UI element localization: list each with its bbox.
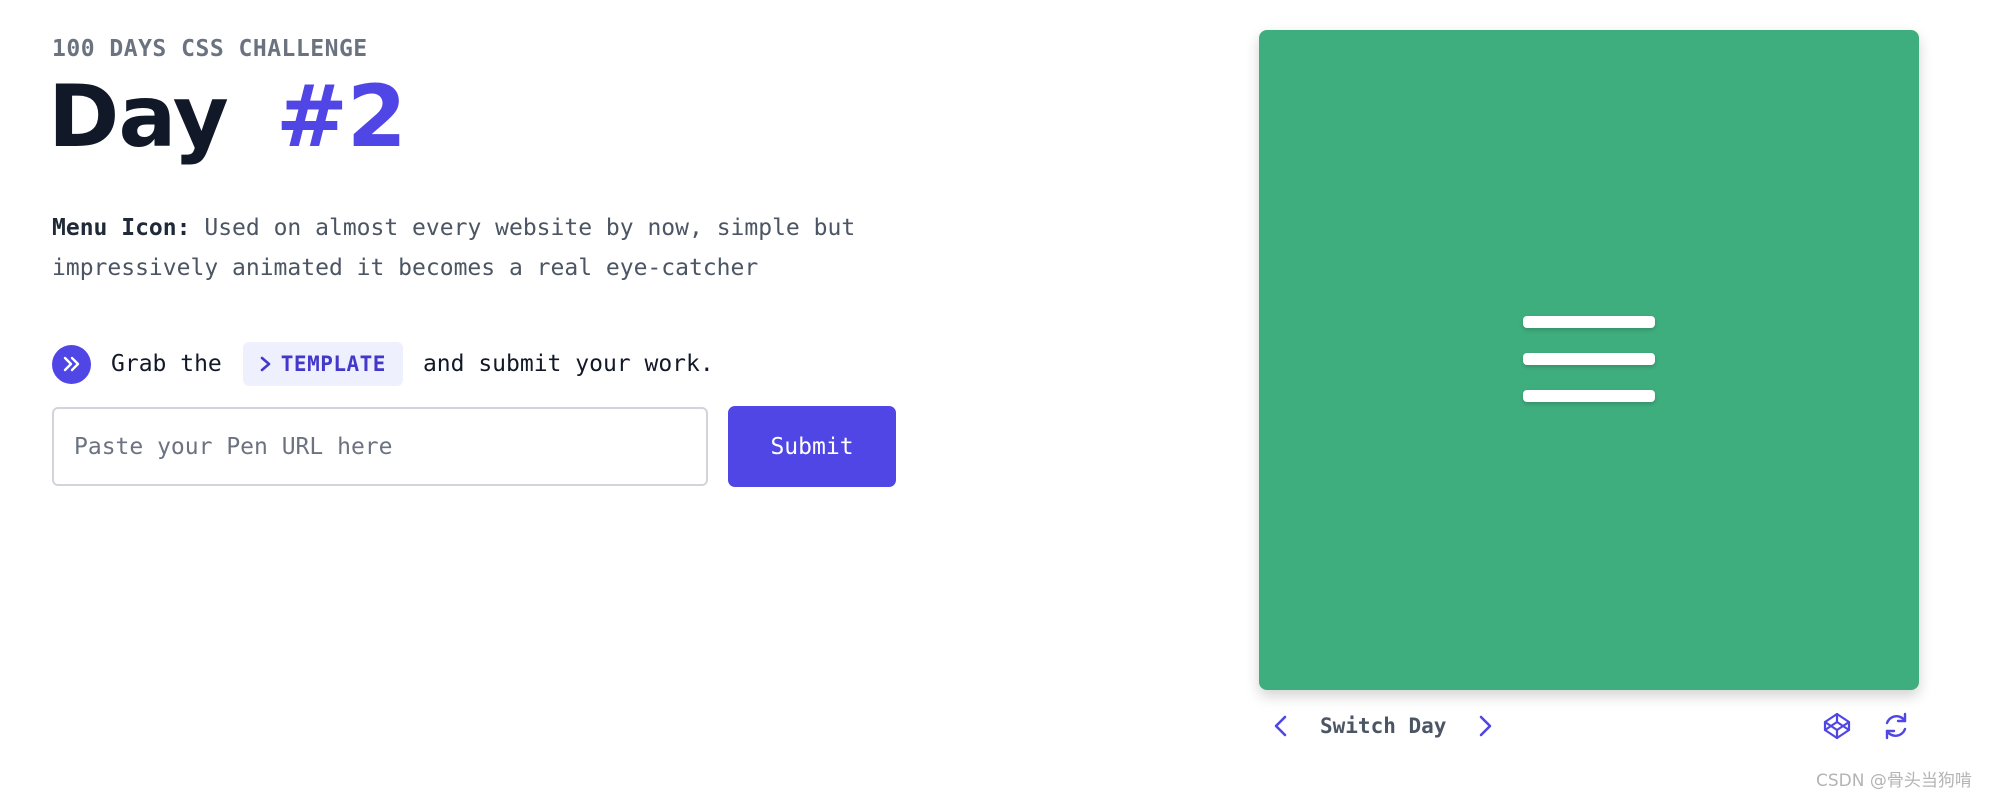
chevron-right-icon <box>260 356 271 372</box>
grab-prefix-text: Grab the <box>111 351 222 377</box>
switch-day-label: Switch Day <box>1320 714 1447 738</box>
challenge-eyebrow: 100 DAYS CSS CHALLENGE <box>52 36 368 62</box>
template-label: TEMPLATE <box>280 352 386 376</box>
hamburger-menu-icon[interactable] <box>1523 316 1655 404</box>
watermark: CSDN @骨头当狗啃 <box>1816 771 1972 791</box>
day-switcher: Switch Day <box>1262 706 1504 746</box>
challenge-description: Menu Icon: Used on almost every website … <box>52 208 932 288</box>
menu-bar-bottom <box>1523 390 1655 402</box>
menu-bar-middle <box>1523 353 1655 365</box>
pen-url-input[interactable] <box>52 407 708 486</box>
submit-button[interactable]: Submit <box>728 406 896 487</box>
chevron-right-icon[interactable] <box>1466 707 1504 745</box>
chevron-left-icon[interactable] <box>1262 707 1300 745</box>
day-number: #2 <box>275 67 407 167</box>
page-title: Day #2 <box>48 74 407 160</box>
reload-icon[interactable] <box>1877 707 1915 745</box>
codepen-icon[interactable] <box>1818 707 1856 745</box>
description-label: Menu Icon: <box>52 215 191 241</box>
menu-bar-top <box>1523 316 1655 328</box>
preview-panel <box>1259 30 1919 690</box>
title-word: Day <box>48 67 229 167</box>
grab-suffix-text: and submit your work. <box>422 351 714 377</box>
template-row: Grab the TEMPLATE and submit your work. <box>52 342 714 386</box>
double-chevron-right-icon <box>52 344 91 384</box>
template-link[interactable]: TEMPLATE <box>242 342 403 386</box>
